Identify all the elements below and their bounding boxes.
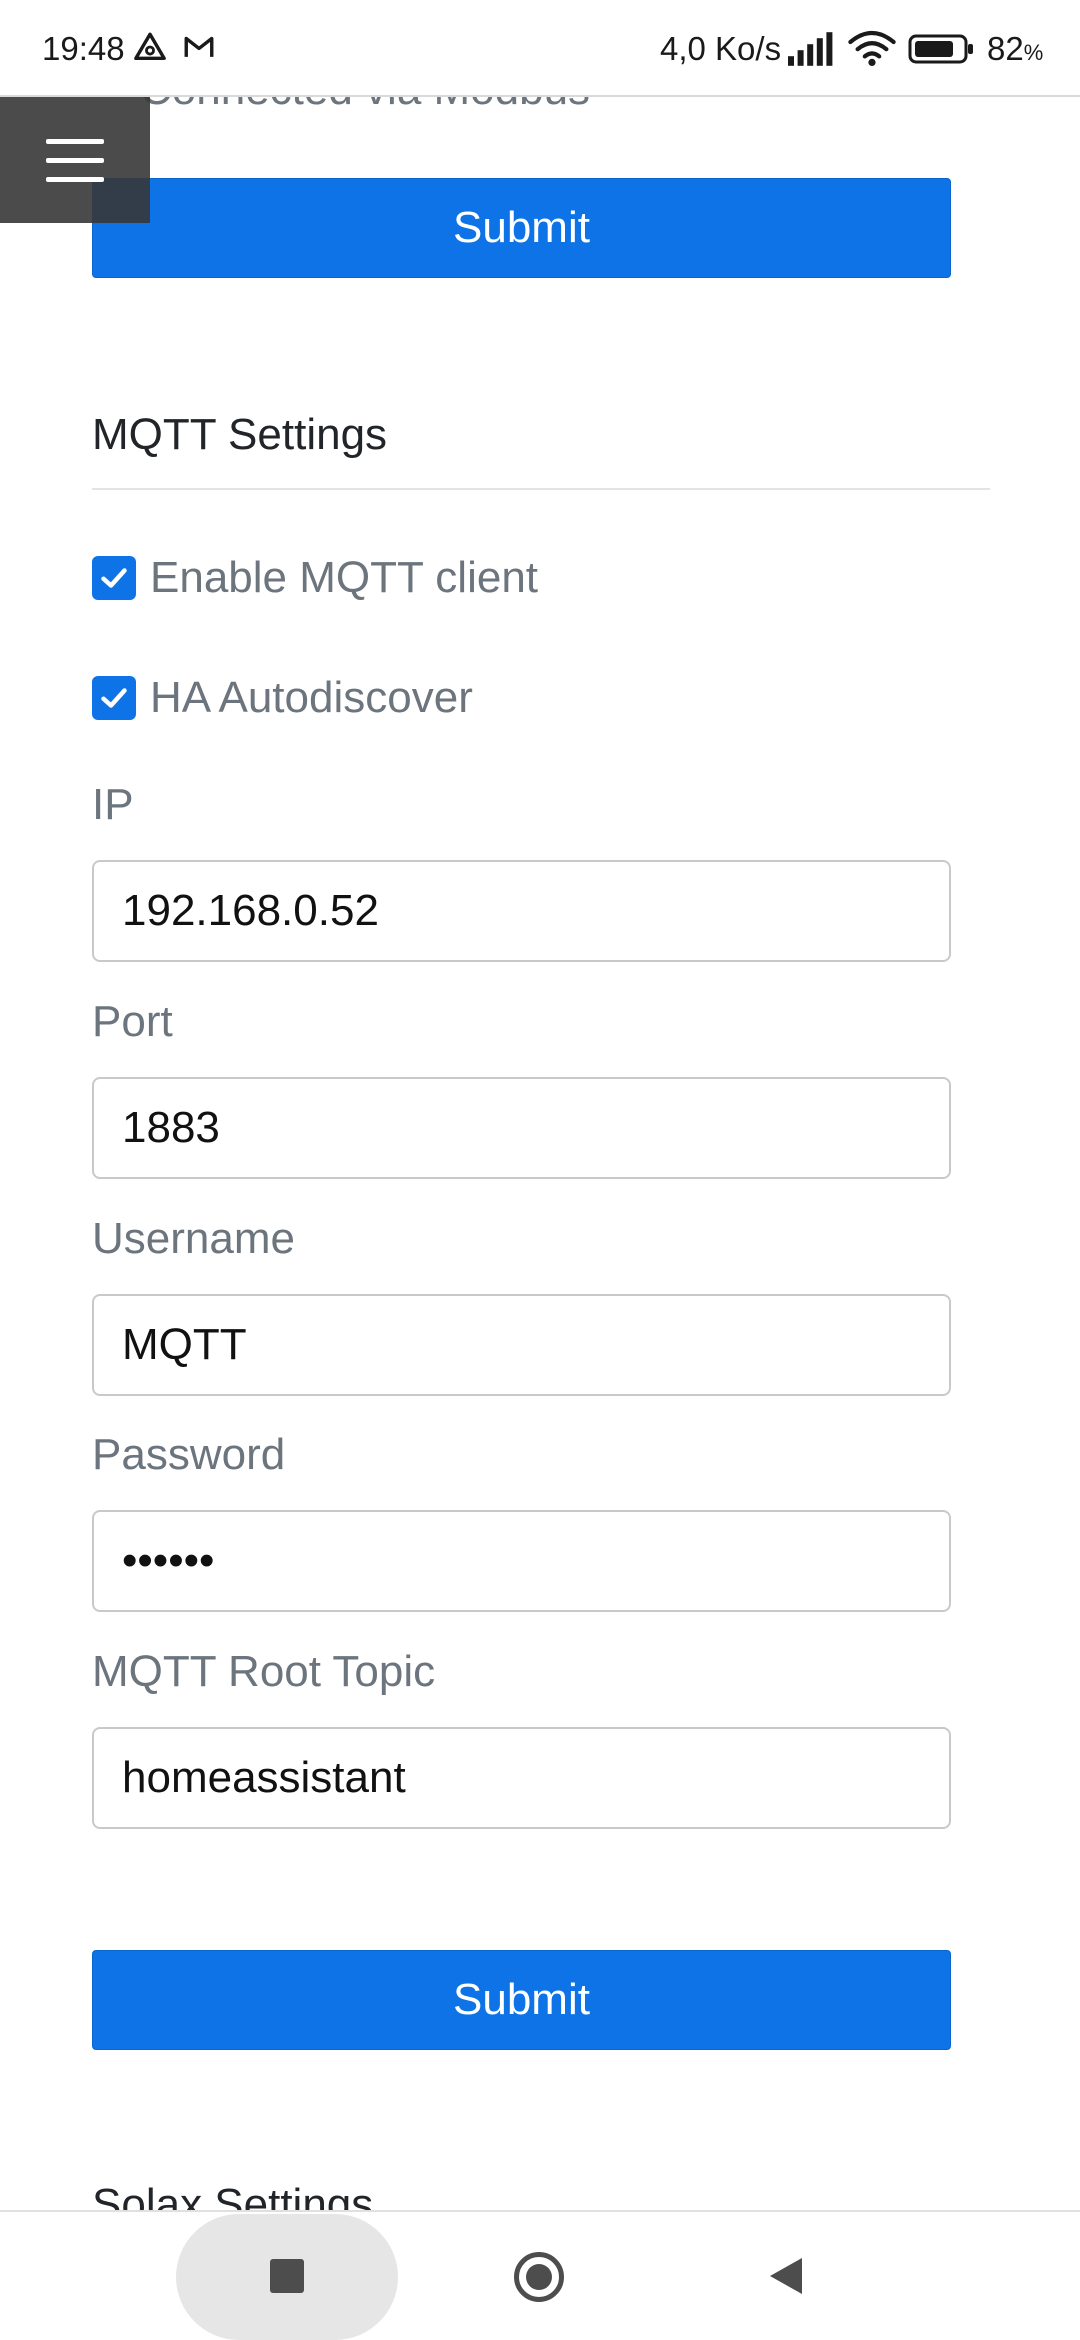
enable-mqtt-row[interactable]: Enable MQTT client (92, 548, 538, 608)
enable-mqtt-label: Enable MQTT client (150, 553, 539, 602)
modbus-status-label: Connected via Modbus (140, 97, 590, 115)
root-topic-label: MQTT Root Topic (92, 1647, 436, 1696)
home-icon[interactable] (514, 2252, 564, 2302)
alert-triangle-icon (134, 32, 166, 61)
port-label: Port (92, 997, 173, 1046)
section-divider (92, 488, 990, 490)
username-label: Username (92, 1214, 295, 1263)
menu-line (46, 157, 104, 163)
username-input[interactable]: MQTT (92, 1294, 951, 1396)
mqtt-section-title: MQTT Settings (92, 410, 388, 459)
hamburger-menu-button[interactable] (0, 97, 150, 223)
clock: 19:48 (42, 30, 125, 67)
checkmark-icon (101, 568, 127, 588)
status-bar: 19:48 4,0 Ko/s 82% (0, 0, 1080, 97)
ha-autodiscover-label: HA Autodiscover (150, 673, 473, 722)
menu-line (46, 176, 104, 182)
signal-icon (788, 32, 833, 66)
network-speed: 4,0 Ko/s (660, 30, 782, 67)
navigation-bar (0, 2210, 1080, 2340)
battery-percent: 82% (987, 30, 1044, 67)
gmail-icon (184, 36, 214, 57)
root-topic-input[interactable]: homeassistant (92, 1727, 951, 1829)
port-input[interactable]: 1883 (92, 1077, 951, 1179)
wifi-icon (848, 30, 896, 66)
back-icon[interactable] (768, 2256, 804, 2296)
ha-autodiscover-row[interactable]: HA Autodiscover (92, 668, 473, 728)
settings-page: Connected via Modbus Submit MQTT Setting… (0, 97, 1080, 2210)
submit-button-top[interactable]: Submit (92, 178, 951, 278)
ip-label: IP (92, 780, 134, 829)
menu-line (46, 138, 104, 144)
password-input[interactable]: •••••• (92, 1510, 951, 1612)
ip-input[interactable]: 192.168.0.52 (92, 860, 951, 962)
checkmark-icon (101, 688, 127, 708)
recents-icon[interactable] (270, 2259, 304, 2293)
password-label: Password (92, 1430, 286, 1479)
submit-button-mqtt[interactable]: Submit (92, 1950, 951, 2050)
solax-section-title: Solax Settings (92, 2180, 374, 2210)
enable-mqtt-checkbox[interactable] (92, 556, 136, 600)
battery-icon (908, 34, 973, 64)
ha-autodiscover-checkbox[interactable] (92, 676, 136, 720)
